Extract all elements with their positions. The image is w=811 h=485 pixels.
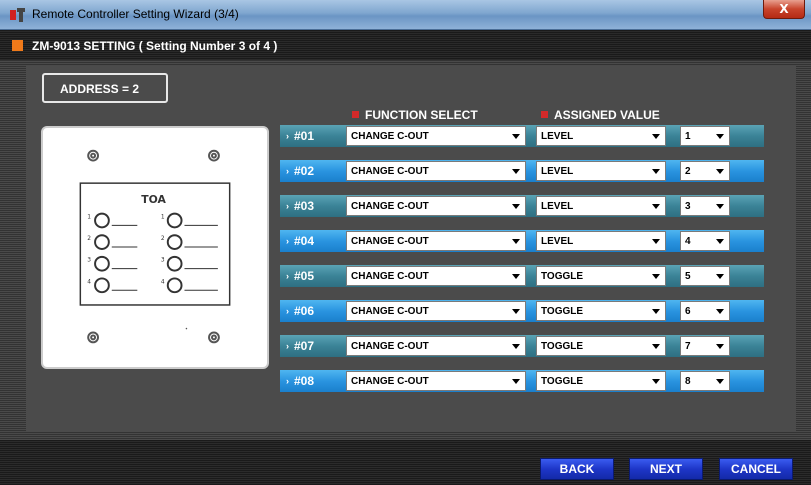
chevron-right-icon: › [286, 201, 289, 211]
dropdown-arrow-icon [652, 274, 660, 279]
setting-row-07: › #07 CHANGE C-OUT TOGGLE 7 [280, 335, 764, 357]
next-button[interactable]: NEXT [629, 458, 703, 480]
dropdown-arrow-icon [716, 239, 724, 244]
dropdown-arrow-icon [512, 274, 520, 279]
window-title: Remote Controller Setting Wizard (3/4) [32, 7, 239, 21]
assigned-value-header: ASSIGNED VALUE [541, 108, 660, 122]
back-button[interactable]: BACK [540, 458, 614, 480]
assigned-value-select[interactable]: TOGGLE [536, 301, 666, 321]
dropdown-arrow-icon [512, 344, 520, 349]
function-select[interactable]: CHANGE C-OUT [346, 196, 526, 216]
function-select-header: FUNCTION SELECT [352, 108, 478, 122]
app-icon [10, 8, 25, 22]
function-select[interactable]: CHANGE C-OUT [346, 336, 526, 356]
row-number: › #07 [286, 339, 315, 353]
value-number-select[interactable]: 5 [680, 266, 730, 286]
svg-text:1: 1 [161, 215, 165, 221]
dropdown-arrow-icon [652, 344, 660, 349]
row-number: › #06 [286, 304, 315, 318]
function-select[interactable]: CHANGE C-OUT [346, 266, 526, 286]
row-number: › #02 [286, 164, 315, 178]
dropdown-arrow-icon [652, 309, 660, 314]
assigned-value-select[interactable]: TOGGLE [536, 266, 666, 286]
dropdown-arrow-icon [716, 169, 724, 174]
assigned-value-select[interactable]: TOGGLE [536, 371, 666, 391]
chevron-right-icon: › [286, 236, 289, 246]
dropdown-arrow-icon [512, 134, 520, 139]
setting-row-06: › #06 CHANGE C-OUT TOGGLE 6 [280, 300, 764, 322]
header-marker-icon [12, 40, 23, 51]
dropdown-arrow-icon [652, 134, 660, 139]
dropdown-arrow-icon [716, 204, 724, 209]
assigned-value-select[interactable]: TOGGLE [536, 336, 666, 356]
dropdown-arrow-icon [512, 204, 520, 209]
chevron-right-icon: › [286, 376, 289, 386]
row-number: › #05 [286, 269, 315, 283]
chevron-right-icon: › [286, 131, 289, 141]
function-select[interactable]: CHANGE C-OUT [346, 231, 526, 251]
dropdown-arrow-icon [652, 239, 660, 244]
dropdown-arrow-icon [652, 379, 660, 384]
value-number-select[interactable]: 6 [680, 301, 730, 321]
cancel-button[interactable]: CANCEL [719, 458, 793, 480]
title-bar: Remote Controller Setting Wizard (3/4) X [0, 0, 811, 30]
dropdown-arrow-icon [716, 379, 724, 384]
svg-text:3: 3 [87, 258, 91, 264]
value-number-select[interactable]: 7 [680, 336, 730, 356]
dropdown-arrow-icon [512, 239, 520, 244]
svg-text:4: 4 [87, 279, 91, 285]
assigned-value-select[interactable]: LEVEL [536, 231, 666, 251]
value-number-select[interactable]: 2 [680, 161, 730, 181]
dropdown-arrow-icon [512, 169, 520, 174]
setting-row-08: › #08 CHANGE C-OUT TOGGLE 8 [280, 370, 764, 392]
dropdown-arrow-icon [512, 309, 520, 314]
value-number-select[interactable]: 8 [680, 371, 730, 391]
row-number: › #08 [286, 374, 315, 388]
value-number-select[interactable]: 3 [680, 196, 730, 216]
chevron-right-icon: › [286, 341, 289, 351]
setting-row-04: › #04 CHANGE C-OUT LEVEL 4 [280, 230, 764, 252]
dropdown-arrow-icon [716, 274, 724, 279]
dropdown-arrow-icon [512, 379, 520, 384]
bottom-bar: BACK NEXT CANCEL [0, 440, 811, 485]
dropdown-arrow-icon [652, 169, 660, 174]
device-image: TOA 1 2 3 4 1 2 3 4 [41, 126, 269, 369]
setting-row-05: › #05 CHANGE C-OUT TOGGLE 5 [280, 265, 764, 287]
red-square-icon [541, 111, 548, 119]
dropdown-arrow-icon [716, 344, 724, 349]
assigned-value-select[interactable]: LEVEL [536, 161, 666, 181]
svg-text:4: 4 [161, 279, 165, 285]
setting-row-01: › #01 CHANGE C-OUT LEVEL 1 [280, 125, 764, 147]
dropdown-arrow-icon [652, 204, 660, 209]
setting-header: ZM-9013 SETTING ( Setting Number 3 of 4 … [0, 30, 811, 60]
svg-text:2: 2 [161, 236, 165, 242]
dropdown-arrow-icon [716, 309, 724, 314]
row-number: › #04 [286, 234, 315, 248]
address-label: ADDRESS = 2 [42, 73, 168, 103]
svg-text:1: 1 [87, 215, 91, 221]
function-select[interactable]: CHANGE C-OUT [346, 126, 526, 146]
chevron-right-icon: › [286, 271, 289, 281]
assigned-value-select[interactable]: LEVEL [536, 196, 666, 216]
assigned-value-select[interactable]: LEVEL [536, 126, 666, 146]
row-number: › #03 [286, 199, 315, 213]
value-number-select[interactable]: 4 [680, 231, 730, 251]
value-number-select[interactable]: 1 [680, 126, 730, 146]
svg-text:3: 3 [161, 258, 165, 264]
close-button[interactable]: X [763, 0, 805, 19]
svg-text:2: 2 [87, 236, 91, 242]
setting-heading: ZM-9013 SETTING ( Setting Number 3 of 4 … [32, 39, 278, 53]
function-select[interactable]: CHANGE C-OUT [346, 161, 526, 181]
function-select[interactable]: CHANGE C-OUT [346, 371, 526, 391]
setting-row-03: › #03 CHANGE C-OUT LEVEL 3 [280, 195, 764, 217]
zm-9013-panel-illustration: TOA 1 2 3 4 1 2 3 4 [79, 149, 231, 344]
device-brand: TOA [141, 193, 166, 206]
red-square-icon [352, 111, 359, 119]
chevron-right-icon: › [286, 166, 289, 176]
row-number: › #01 [286, 129, 315, 143]
dropdown-arrow-icon [716, 134, 724, 139]
setting-row-02: › #02 CHANGE C-OUT LEVEL 2 [280, 160, 764, 182]
chevron-right-icon: › [286, 306, 289, 316]
function-select[interactable]: CHANGE C-OUT [346, 301, 526, 321]
